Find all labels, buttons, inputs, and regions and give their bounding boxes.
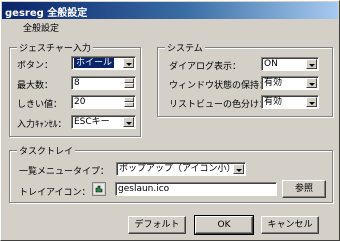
window-state-label: ウィンドウ状態の保持： (169, 81, 269, 91)
chevron-down-icon[interactable] (306, 97, 317, 107)
gesture-button-select[interactable]: ホイール (71, 56, 136, 70)
dialog-display-value: ON (264, 59, 278, 69)
max-count-value: 8 (74, 78, 80, 88)
tray-icon-path-field[interactable]: geslaun.ico (115, 182, 277, 196)
menu-type-label: 一覧メニュータイプ： (19, 167, 110, 177)
gesture-button-value: ホイール (74, 58, 115, 68)
window-title: gesreg 全般設定 (5, 8, 88, 19)
tasktray-legend: タスクトレイ (17, 144, 76, 157)
cancel-button[interactable]: キャンセル (261, 216, 319, 234)
dialog-display-select[interactable]: ON (261, 57, 319, 71)
button-label: ボタン： (17, 61, 54, 71)
chevron-down-icon[interactable] (306, 59, 317, 69)
tray-icon-preview (92, 182, 106, 196)
dialog-display-label: ダイアログ表示： (169, 62, 242, 72)
ok-button[interactable]: OK (194, 215, 254, 235)
chevron-down-icon[interactable] (306, 78, 317, 88)
window-state-select[interactable]: 有効 (261, 76, 319, 90)
browse-button[interactable]: 参照 (282, 180, 326, 198)
window-state-value: 有効 (264, 78, 283, 88)
listview-color-label: リストビューの色分け： (169, 100, 269, 110)
chevron-down-icon[interactable] (233, 164, 244, 174)
threshold-value: 20 (74, 97, 86, 107)
settings-dialog: gesreg 全般設定 全般設定 ジェスチャー入力 ボタン： ホイール 最大数：… (0, 0, 340, 241)
input-cancel-label: 入力ｷｬﾝｾﾙ： (17, 120, 67, 130)
title-bar: gesreg 全般設定 (2, 2, 338, 19)
max-count-label: 最大数： (17, 81, 54, 91)
chevron-down-icon[interactable] (123, 117, 134, 127)
tray-icon-label: トレイアイコン： (19, 188, 91, 198)
tab-general-settings[interactable]: 全般設定 (23, 21, 59, 34)
gesture-app-icon (94, 184, 104, 194)
threshold-spin[interactable] (124, 97, 134, 107)
listview-color-select[interactable]: 有効 (261, 95, 319, 109)
input-cancel-select[interactable]: ESCキー (71, 115, 136, 129)
gesture-input-legend: ジェスチャー入力 (17, 41, 93, 54)
threshold-label: しきい値： (17, 100, 63, 110)
menu-type-select[interactable]: ポップアップ（アイコン小） (116, 162, 246, 176)
listview-color-value: 有効 (264, 97, 283, 107)
menu-type-value: ポップアップ（アイコン小） (119, 164, 236, 174)
tray-icon-path-value: geslaun.ico (118, 184, 170, 194)
input-cancel-value: ESCキー (74, 117, 110, 127)
max-count-stepper[interactable]: 8 (71, 76, 136, 90)
max-count-spin[interactable] (124, 78, 134, 88)
chevron-down-icon[interactable] (123, 58, 134, 68)
default-button[interactable]: デフォルト (128, 216, 186, 234)
system-legend: システム (165, 41, 205, 54)
threshold-stepper[interactable]: 20 (71, 95, 136, 109)
